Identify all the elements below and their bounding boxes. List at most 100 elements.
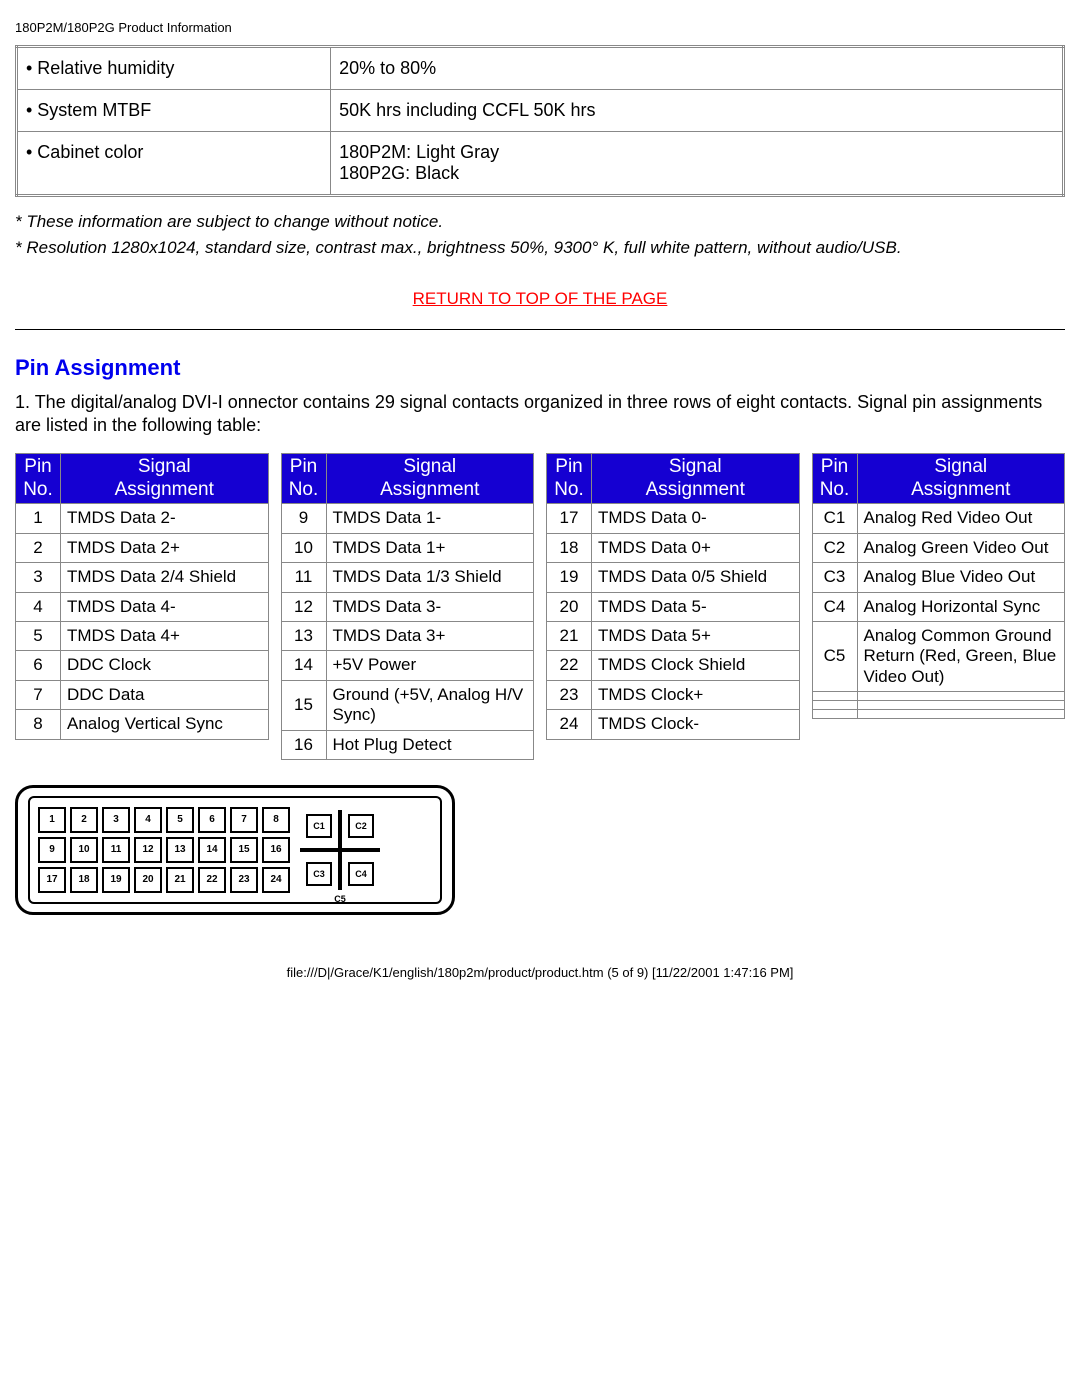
table-row: 13TMDS Data 3+ bbox=[281, 621, 534, 650]
pin-box: 18 bbox=[70, 867, 98, 893]
pin-signal: TMDS Data 4+ bbox=[61, 621, 269, 650]
table-row: 16Hot Plug Detect bbox=[281, 730, 534, 759]
table-row: 19TMDS Data 0/5 Shield bbox=[547, 563, 800, 592]
pin-box: 14 bbox=[198, 837, 226, 863]
pin-signal: TMDS Data 3+ bbox=[326, 621, 534, 650]
pin-number bbox=[812, 692, 857, 701]
pin-number: C2 bbox=[812, 533, 857, 562]
pin-number: 22 bbox=[547, 651, 592, 680]
spec-label: • Cabinet color bbox=[17, 132, 331, 196]
pin-signal: TMDS Data 4- bbox=[61, 592, 269, 621]
note-1: * These information are subject to chang… bbox=[15, 212, 1065, 232]
table-row: 9TMDS Data 1- bbox=[281, 504, 534, 533]
pin-signal: TMDS Data 1/3 Shield bbox=[326, 563, 534, 592]
c3-box: C3 bbox=[306, 862, 332, 886]
pin-number: 8 bbox=[16, 710, 61, 739]
pin-signal: TMDS Clock- bbox=[592, 710, 800, 739]
pin-number: 12 bbox=[281, 592, 326, 621]
pin-signal bbox=[857, 710, 1065, 719]
table-row: 17TMDS Data 0- bbox=[547, 504, 800, 533]
pin-box: 15 bbox=[230, 837, 258, 863]
table-row: 18TMDS Data 0+ bbox=[547, 533, 800, 562]
table-row: • System MTBF50K hrs including CCFL 50K … bbox=[17, 90, 1064, 132]
pin-number: 17 bbox=[547, 504, 592, 533]
pin-box: 20 bbox=[134, 867, 162, 893]
table-row: 1TMDS Data 2- bbox=[16, 504, 269, 533]
pin-box: 16 bbox=[262, 837, 290, 863]
pin-number: 6 bbox=[16, 651, 61, 680]
pin-signal: Analog Red Video Out bbox=[857, 504, 1065, 533]
pin-number: 15 bbox=[281, 680, 326, 730]
table-row: 7DDC Data bbox=[16, 680, 269, 709]
pin-number: 5 bbox=[16, 621, 61, 650]
table-row: C5Analog Common Ground Return (Red, Gree… bbox=[812, 621, 1065, 691]
pin-table: PinNo.SignalAssignment9TMDS Data 1-10TMD… bbox=[281, 453, 535, 760]
pin-box: 19 bbox=[102, 867, 130, 893]
pin-signal: TMDS Data 0- bbox=[592, 504, 800, 533]
c2-box: C2 bbox=[348, 814, 374, 838]
pin-number: 14 bbox=[281, 651, 326, 680]
table-row: 14+5V Power bbox=[281, 651, 534, 680]
pin-box: 13 bbox=[166, 837, 194, 863]
pin-signal: TMDS Data 3- bbox=[326, 592, 534, 621]
c5-label: C5 bbox=[334, 894, 346, 904]
pin-signal: Analog Green Video Out bbox=[857, 533, 1065, 562]
c1-box: C1 bbox=[306, 814, 332, 838]
pin-number: 4 bbox=[16, 592, 61, 621]
dvi-connector-diagram: 123456789101112131415161718192021222324 … bbox=[15, 785, 455, 915]
table-row: C1Analog Red Video Out bbox=[812, 504, 1065, 533]
spec-value: 50K hrs including CCFL 50K hrs bbox=[331, 90, 1064, 132]
pin-box: 12 bbox=[134, 837, 162, 863]
pin-signal: TMDS Clock Shield bbox=[592, 651, 800, 680]
table-row: 24TMDS Clock- bbox=[547, 710, 800, 739]
table-row bbox=[812, 701, 1065, 710]
pin-number: 19 bbox=[547, 563, 592, 592]
pin-number: 11 bbox=[281, 563, 326, 592]
table-row: 8Analog Vertical Sync bbox=[16, 710, 269, 739]
pin-signal: Hot Plug Detect bbox=[326, 730, 534, 759]
pin-header-no: PinNo. bbox=[16, 453, 61, 504]
pin-number: 3 bbox=[16, 563, 61, 592]
table-row: 22TMDS Clock Shield bbox=[547, 651, 800, 680]
note-2: * Resolution 1280x1024, standard size, c… bbox=[15, 238, 1065, 258]
pin-number: C3 bbox=[812, 563, 857, 592]
table-row: C2Analog Green Video Out bbox=[812, 533, 1065, 562]
pin-signal: DDC Data bbox=[61, 680, 269, 709]
pin-signal: TMDS Data 0+ bbox=[592, 533, 800, 562]
pin-number: 9 bbox=[281, 504, 326, 533]
pin-box: 3 bbox=[102, 807, 130, 833]
spec-label: • Relative humidity bbox=[17, 47, 331, 90]
pin-box: 24 bbox=[262, 867, 290, 893]
return-to-top-link[interactable]: RETURN TO TOP OF THE PAGE bbox=[413, 289, 668, 308]
pin-signal: TMDS Data 2+ bbox=[61, 533, 269, 562]
table-row bbox=[812, 710, 1065, 719]
pin-table: PinNo.SignalAssignment1TMDS Data 2-2TMDS… bbox=[15, 453, 269, 740]
table-row: 5TMDS Data 4+ bbox=[16, 621, 269, 650]
table-row: 3TMDS Data 2/4 Shield bbox=[16, 563, 269, 592]
table-row: 10TMDS Data 1+ bbox=[281, 533, 534, 562]
pin-number: 18 bbox=[547, 533, 592, 562]
pin-box: 8 bbox=[262, 807, 290, 833]
pin-box: 4 bbox=[134, 807, 162, 833]
pin-number: 24 bbox=[547, 710, 592, 739]
table-row: 6DDC Clock bbox=[16, 651, 269, 680]
pin-number: 13 bbox=[281, 621, 326, 650]
pin-signal: TMDS Data 1+ bbox=[326, 533, 534, 562]
pin-signal: Analog Common Ground Return (Red, Green,… bbox=[857, 621, 1065, 691]
page-header: 180P2M/180P2G Product Information bbox=[15, 20, 1065, 35]
pin-number: C1 bbox=[812, 504, 857, 533]
pin-signal: TMDS Data 1- bbox=[326, 504, 534, 533]
pin-number: C4 bbox=[812, 592, 857, 621]
table-row: 4TMDS Data 4- bbox=[16, 592, 269, 621]
c4-box: C4 bbox=[348, 862, 374, 886]
pin-number: 7 bbox=[16, 680, 61, 709]
pin-signal: Analog Blue Video Out bbox=[857, 563, 1065, 592]
return-link-container: RETURN TO TOP OF THE PAGE bbox=[15, 288, 1065, 309]
spec-value: 20% to 80% bbox=[331, 47, 1064, 90]
pin-signal: DDC Clock bbox=[61, 651, 269, 680]
table-row: 15Ground (+5V, Analog H/V Sync) bbox=[281, 680, 534, 730]
pin-tables-row: PinNo.SignalAssignment1TMDS Data 2-2TMDS… bbox=[15, 453, 1065, 760]
table-row: • Relative humidity20% to 80% bbox=[17, 47, 1064, 90]
table-row: 23TMDS Clock+ bbox=[547, 680, 800, 709]
pin-box: 17 bbox=[38, 867, 66, 893]
